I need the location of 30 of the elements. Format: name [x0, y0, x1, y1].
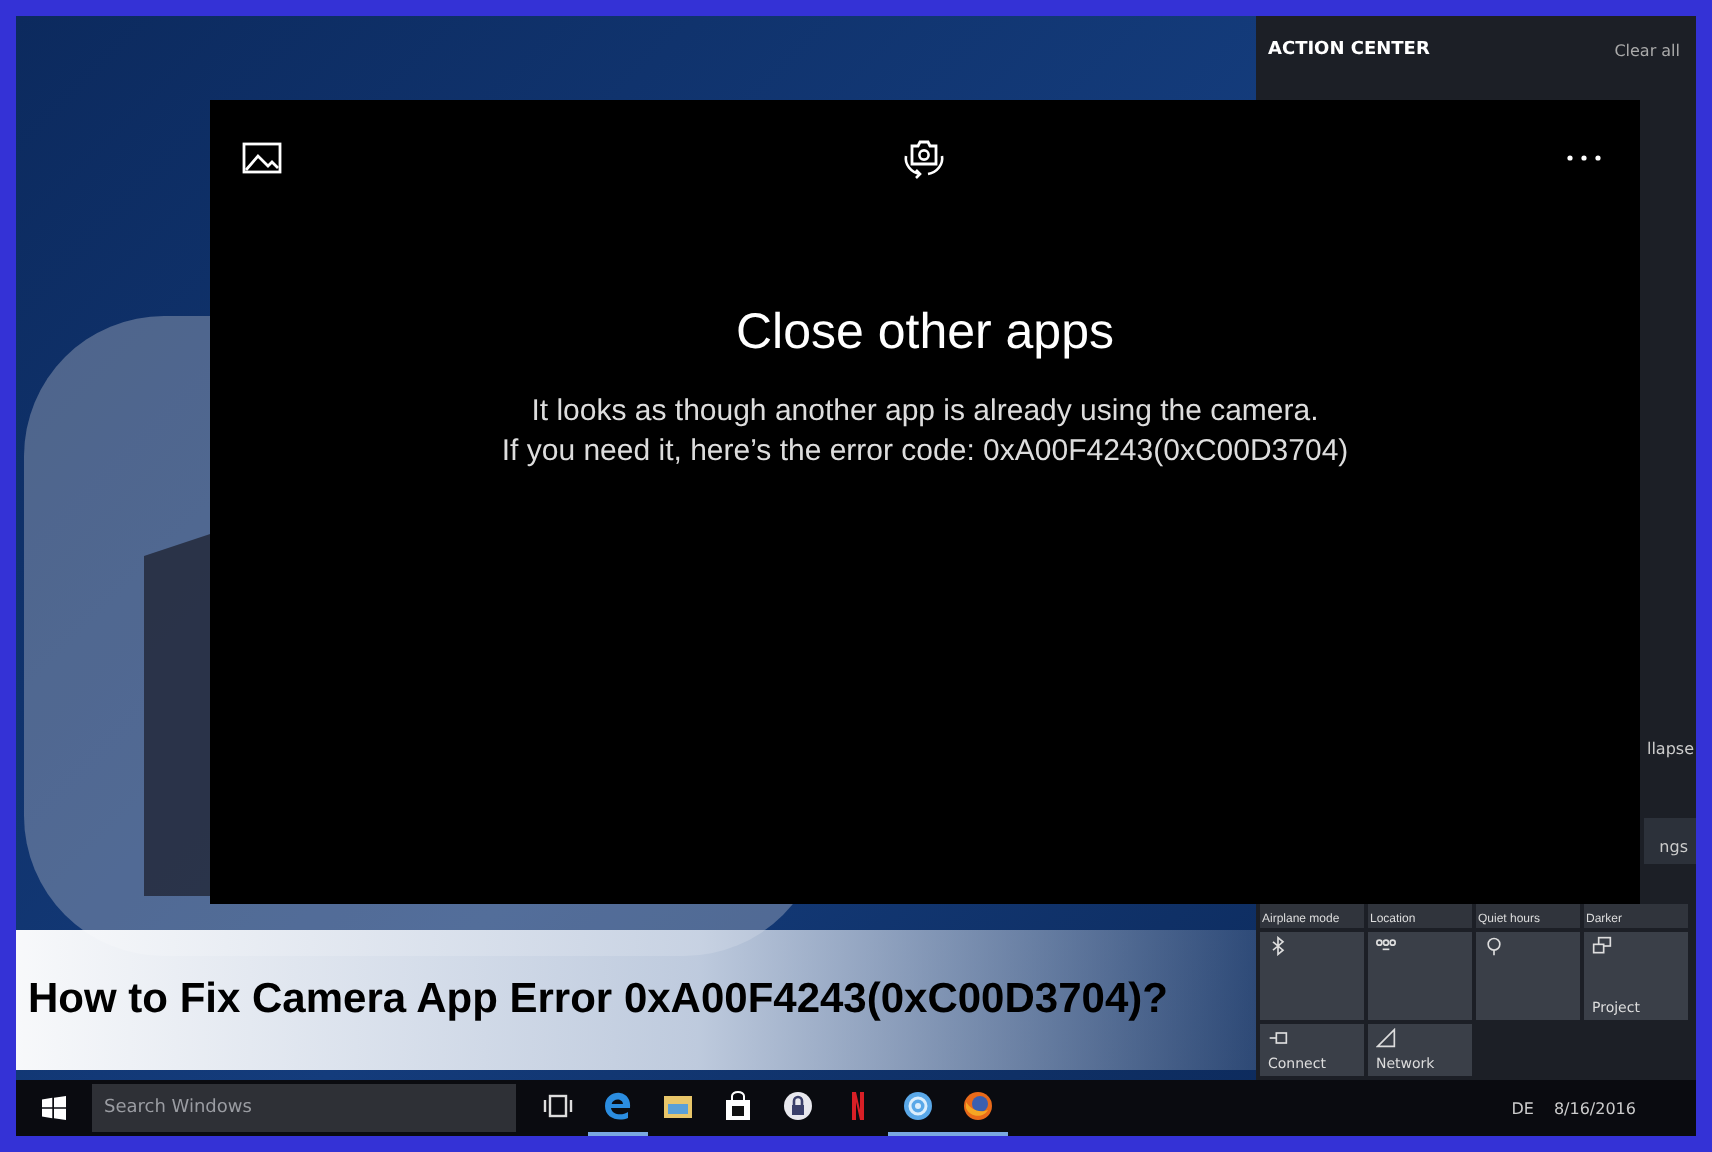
project-icon	[1592, 936, 1612, 956]
disc-icon	[902, 1090, 934, 1122]
folder-icon	[662, 1090, 694, 1122]
vpn-icon	[1376, 936, 1396, 956]
quick-action-tile[interactable]	[1368, 932, 1472, 1020]
clear-all-link[interactable]: Clear all	[1614, 41, 1680, 59]
photo-icon[interactable]	[242, 142, 282, 174]
bluetooth-icon	[1268, 936, 1288, 956]
task-view-icon	[542, 1090, 574, 1122]
collapse-link[interactable]: llapse	[1646, 740, 1696, 758]
date-text[interactable]: 8/16/2016	[1553, 1099, 1636, 1117]
error-message: If you need it, here’s the error code: 0xA00F4243(0xC00D3704)	[501, 434, 1349, 468]
browser-icon	[602, 1090, 634, 1122]
search-field[interactable]: Search Windows	[92, 1084, 516, 1132]
banner-title: How to Fix Camera App Error 0xA00F4243(0xC00D3704)?	[28, 976, 1168, 1024]
language-indicator[interactable]: DE	[1511, 1099, 1534, 1117]
shopping-bag-icon	[722, 1090, 754, 1122]
connect-icon	[1268, 1028, 1288, 1048]
network-icon	[1376, 1028, 1396, 1048]
error-heading: Close other apps	[735, 304, 1114, 362]
more-icon[interactable]	[1564, 154, 1604, 162]
bulb-icon	[1484, 936, 1504, 956]
lock-icon	[782, 1090, 814, 1122]
panel-title: ACTION CENTER	[1268, 40, 1430, 60]
fox-globe-icon	[962, 1090, 994, 1122]
switch-camera-icon[interactable]	[899, 136, 947, 180]
settings-tile[interactable]: ngs	[1644, 818, 1696, 864]
error-message: It looks as though another app is already using the camera.	[531, 394, 1319, 428]
quick-action-tile[interactable]	[1260, 932, 1364, 1020]
quick-action-tile[interactable]	[1476, 932, 1580, 1020]
